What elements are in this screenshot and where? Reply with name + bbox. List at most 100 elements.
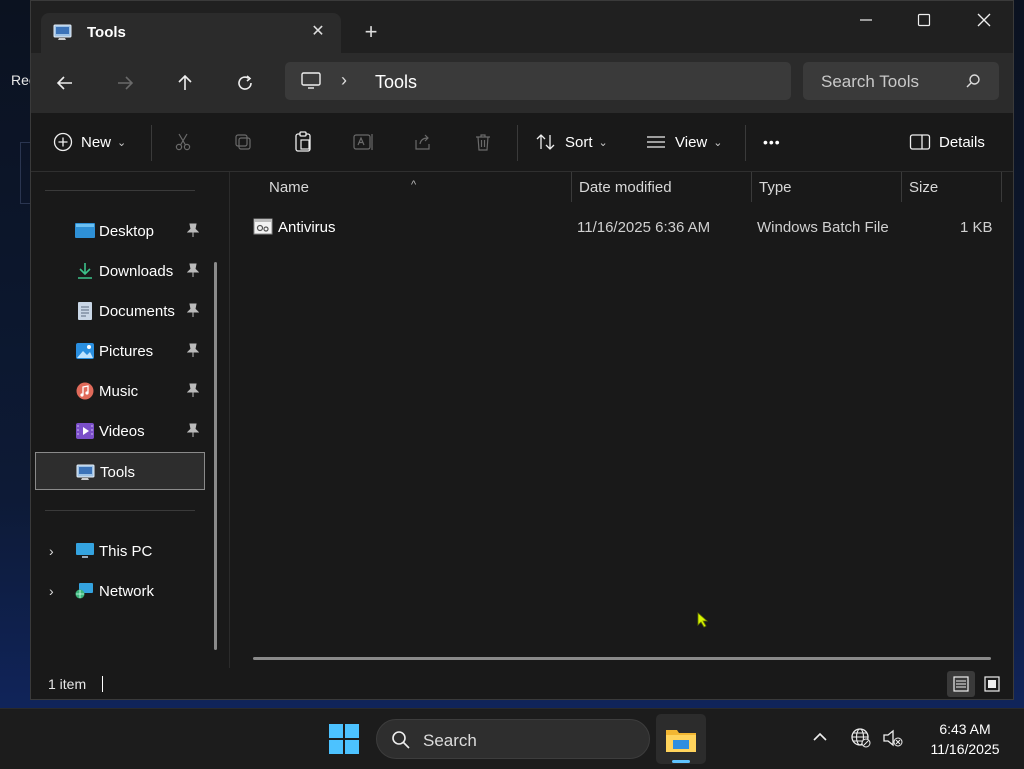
address-bar[interactable]: › Tools <box>285 62 791 100</box>
rename-button[interactable] <box>353 129 375 155</box>
refresh-button[interactable] <box>229 67 261 99</box>
taskbar: Search 6:43 AM 11/16/2025 <box>0 708 1024 769</box>
paste-button[interactable] <box>293 129 313 155</box>
column-header-date-modified[interactable]: Date modified <box>572 172 751 202</box>
network-status-button[interactable] <box>850 727 872 754</box>
details-view-button[interactable] <box>947 671 975 697</box>
sidebar-item-label: Downloads <box>99 263 174 280</box>
navigation-pane: Desktop Downloads Documents Pictures Mus… <box>31 172 227 662</box>
clock-date: 11/16/2025 <box>930 741 1000 757</box>
divider <box>517 125 518 161</box>
copy-button[interactable] <box>233 129 253 155</box>
sidebar-item-this-pc[interactable]: › This PC <box>35 532 205 570</box>
file-explorer-icon <box>665 726 697 759</box>
see-more-button[interactable]: ••• <box>763 129 781 155</box>
view-label: View <box>675 133 708 151</box>
back-button[interactable] <box>49 67 81 99</box>
file-list: Name ^ Date modified Type Size Antivirus… <box>231 172 1013 668</box>
pin-icon <box>186 383 200 400</box>
details-pane-icon <box>909 134 931 150</box>
column-header-name[interactable]: Name ^ <box>231 172 571 202</box>
globe-icon <box>851 728 871 748</box>
minimize-icon <box>860 19 872 21</box>
taskbar-search[interactable]: Search <box>376 719 650 759</box>
column-size-label: Size <box>909 179 939 196</box>
tab-tools[interactable]: Tools ✕ <box>41 13 341 53</box>
clock-time: 6:43 AM <box>939 721 991 737</box>
breadcrumb-tools[interactable]: Tools <box>375 72 417 93</box>
pictures-icon <box>75 342 95 360</box>
sidebar-item-pictures[interactable]: Pictures <box>35 332 205 370</box>
column-name-label: Name <box>269 179 310 196</box>
new-button[interactable]: New ⌄ <box>53 129 126 155</box>
thumbnail-view-button[interactable] <box>978 671 1006 697</box>
this-pc-icon <box>75 542 95 560</box>
show-hidden-icons-button[interactable] <box>812 729 828 750</box>
search-input[interactable]: Search Tools <box>821 72 919 92</box>
clipboard-icon <box>295 131 311 152</box>
sidebar-item-label: Desktop <box>99 223 155 240</box>
chevron-right-icon[interactable]: › <box>49 543 54 559</box>
tab-title: Tools <box>87 24 126 41</box>
horizontal-scrollbar[interactable] <box>253 657 991 660</box>
plus-circle-icon <box>53 132 73 152</box>
volume-muted-icon <box>883 729 903 747</box>
details-view-icon <box>953 676 969 692</box>
divider <box>151 125 152 161</box>
column-header-size[interactable]: Size <box>902 172 1001 202</box>
sidebar-item-label: Music <box>99 383 139 400</box>
breadcrumb-separator[interactable]: › <box>341 70 347 91</box>
search-icon <box>391 730 411 755</box>
pane-divider[interactable] <box>229 172 230 668</box>
search-box[interactable]: Search Tools <box>803 62 999 100</box>
up-button[interactable] <box>169 67 201 99</box>
file-explorer-window: Tools ✕ + › Tools Search Tools New ⌄ Sor… <box>30 0 1014 700</box>
maximize-icon <box>917 13 931 27</box>
downloads-icon <box>75 262 95 280</box>
item-count: 1 item <box>48 676 87 692</box>
details-label: Details <box>939 133 985 151</box>
forward-button[interactable] <box>109 67 141 99</box>
sidebar-item-music[interactable]: Music <box>35 372 205 410</box>
sidebar-item-desktop[interactable]: Desktop <box>35 212 205 250</box>
divider <box>45 190 195 191</box>
taskbar-search-label: Search <box>423 731 477 750</box>
command-bar: New ⌄ Sort ⌄ View ⌄ ••• Details <box>31 113 1013 172</box>
share-button[interactable] <box>413 129 433 155</box>
maximize-button[interactable] <box>901 9 947 33</box>
cut-button[interactable] <box>173 129 193 155</box>
start-button[interactable] <box>329 724 359 759</box>
chevron-right-icon[interactable]: › <box>49 583 54 599</box>
sidebar-item-videos[interactable]: Videos <box>35 412 205 450</box>
file-type: Windows Batch File <box>757 219 889 236</box>
details-button[interactable]: Details <box>909 129 985 155</box>
title-bar: Tools ✕ + <box>31 1 1013 53</box>
column-divider[interactable] <box>1001 172 1002 202</box>
file-row[interactable]: Antivirus 11/16/2025 6:36 AM Windows Bat… <box>249 212 1009 242</box>
chevron-up-icon <box>813 732 827 741</box>
tab-close-button[interactable]: ✕ <box>307 21 329 43</box>
sort-button[interactable]: Sort ⌄ <box>535 129 608 155</box>
sidebar-item-documents[interactable]: Documents <box>35 292 205 330</box>
view-button[interactable]: View ⌄ <box>645 129 722 155</box>
column-header-type[interactable]: Type <box>752 172 901 202</box>
back-arrow-icon <box>56 76 72 90</box>
desktop-icon <box>75 222 95 240</box>
monitor-icon <box>301 72 321 95</box>
minimize-button[interactable] <box>843 9 889 33</box>
videos-icon <box>75 422 95 440</box>
sidebar-item-label: Pictures <box>99 343 154 360</box>
file-explorer-taskbar-button[interactable] <box>656 714 706 764</box>
close-button[interactable] <box>961 9 1007 33</box>
delete-button[interactable] <box>473 129 493 155</box>
windows-logo-icon <box>329 724 359 754</box>
sidebar-item-downloads[interactable]: Downloads <box>35 252 205 290</box>
sidebar-item-network[interactable]: › Network <box>35 572 205 610</box>
active-indicator <box>672 760 690 763</box>
sidebar-scrollbar[interactable] <box>214 262 217 650</box>
copy-icon <box>235 134 251 150</box>
volume-button[interactable] <box>882 727 904 754</box>
sidebar-item-tools[interactable]: Tools <box>35 452 205 490</box>
clock[interactable]: 6:43 AM 11/16/2025 <box>912 719 1018 759</box>
new-tab-button[interactable]: + <box>359 21 383 45</box>
